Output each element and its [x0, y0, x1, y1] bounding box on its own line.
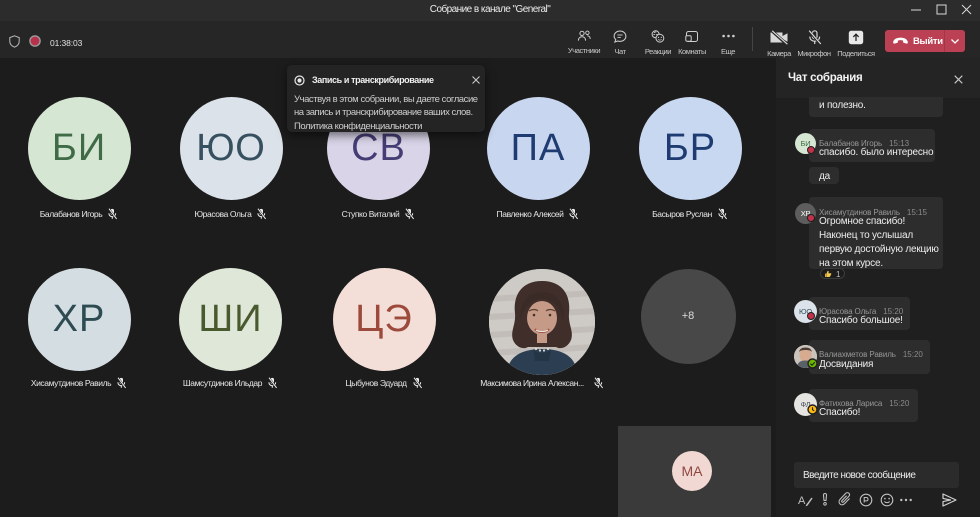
- svg-text:A: A: [798, 495, 806, 507]
